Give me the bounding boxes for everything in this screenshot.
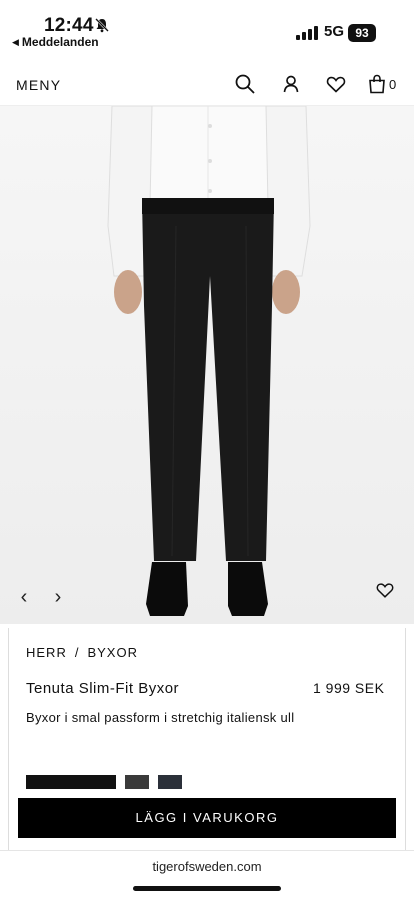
- bell-slash-icon: [95, 18, 109, 33]
- home-indicator[interactable]: [133, 886, 281, 891]
- breadcrumb-separator: /: [74, 645, 80, 660]
- signal-icon: [296, 26, 318, 40]
- product-image[interactable]: [0, 106, 414, 624]
- back-triangle-icon: ◀: [12, 37, 19, 47]
- image-wishlist-heart-icon[interactable]: [375, 580, 395, 600]
- menu-button[interactable]: MENY: [16, 77, 61, 93]
- product-description: Byxor i smal passform i stretchig italie…: [26, 710, 295, 725]
- heart-icon[interactable]: [325, 73, 347, 95]
- back-to-app-link[interactable]: ◀ Meddelanden: [12, 35, 99, 49]
- browser-url[interactable]: tigerofsweden.com: [0, 859, 414, 874]
- status-time: 12:44: [44, 15, 94, 36]
- color-swatch-black[interactable]: [26, 775, 116, 789]
- breadcrumb-herr[interactable]: HERR: [26, 645, 67, 660]
- search-icon[interactable]: [234, 73, 256, 95]
- color-swatch-navy[interactable]: [158, 775, 182, 789]
- model-illustration: [107, 106, 311, 616]
- add-to-cart-button[interactable]: LÄGG I VARUKORG: [18, 798, 396, 838]
- product-price: 1 999 SEK: [313, 680, 385, 696]
- chevron-left-icon[interactable]: ‹: [14, 586, 34, 609]
- cart-count: 0: [389, 77, 397, 92]
- user-icon[interactable]: [280, 73, 302, 95]
- network-type: 5G: [324, 23, 345, 40]
- back-app-label: Meddelanden: [21, 35, 99, 49]
- chevron-right-icon[interactable]: ›: [48, 586, 68, 609]
- status-bar: 12:44 ◀ Meddelanden 5G 93: [0, 0, 414, 58]
- product-name: Tenuta Slim-Fit Byxor: [26, 680, 180, 697]
- breadcrumb-byxor[interactable]: BYXOR: [87, 645, 138, 660]
- browser-bar: [0, 850, 414, 900]
- battery-indicator: 93: [348, 24, 376, 42]
- color-swatch-dark-grey[interactable]: [125, 775, 149, 789]
- breadcrumb: HERR / BYXOR: [26, 645, 138, 660]
- site-header: MENY 0: [0, 58, 414, 106]
- shopping-bag-icon[interactable]: [366, 73, 388, 95]
